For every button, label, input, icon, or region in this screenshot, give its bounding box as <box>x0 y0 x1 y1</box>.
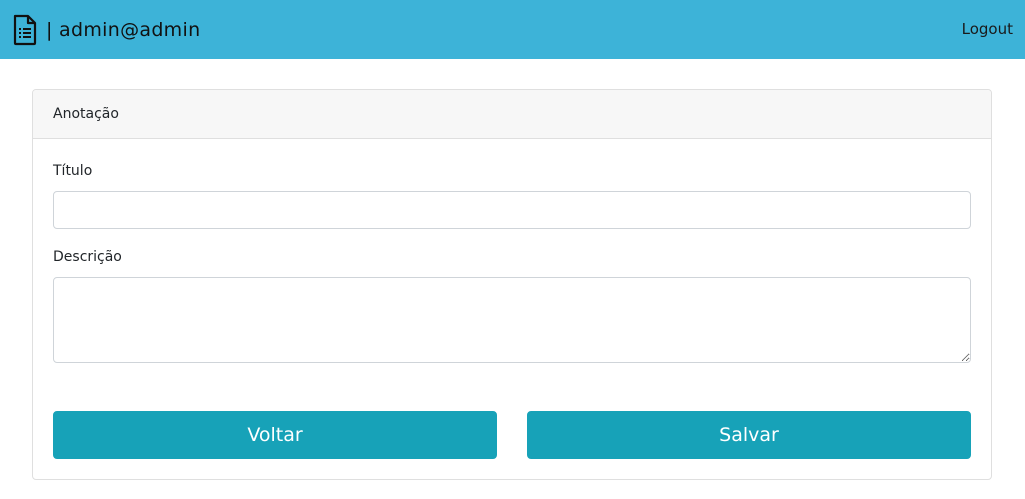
logout-link[interactable]: Logout <box>962 20 1013 38</box>
titulo-input[interactable] <box>53 191 971 229</box>
card-header: Anotação <box>33 90 991 139</box>
descricao-label: Descrição <box>53 249 122 265</box>
descricao-textarea[interactable] <box>53 277 971 363</box>
document-icon <box>13 14 37 46</box>
annotation-card: Anotação Título Descrição Voltar Salvar <box>32 89 992 480</box>
titulo-label: Título <box>53 163 93 179</box>
save-button[interactable]: Salvar <box>527 411 971 459</box>
back-button[interactable]: Voltar <box>53 411 497 459</box>
brand-link[interactable]: | admin@admin <box>12 14 200 46</box>
brand-user-text: | admin@admin <box>46 19 201 41</box>
top-navbar: | admin@admin Logout <box>0 0 1025 59</box>
